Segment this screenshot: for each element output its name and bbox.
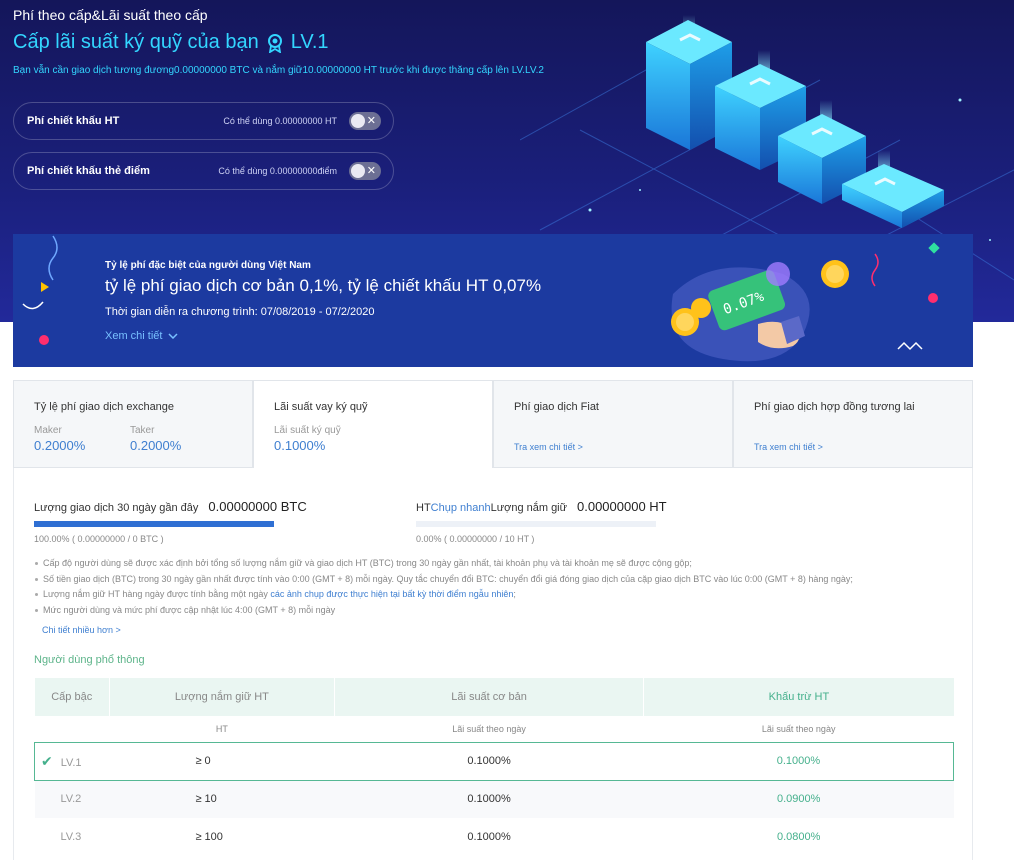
tab-exchange-fee[interactable]: Tỷ lệ phí giao dịch exchange Maker 0.200…: [13, 380, 253, 468]
tab-futures-fee[interactable]: Phí giao dịch hợp đồng tương lai Tra xem…: [733, 380, 973, 468]
ht-hold-foot: 0.00% ( 0.00000000 / 10 HT ): [416, 534, 535, 544]
trade-volume-foot: 100.00% ( 0.00000000 / 0 BTC ): [34, 534, 164, 544]
level-cell: ✔ LV.1: [34, 741, 110, 781]
level-cell: LV.3: [60, 831, 82, 843]
margin-rate-panel: Lượng giao dịch 30 ngày gần đây 0.000000…: [13, 468, 973, 860]
tab-title: Phí giao dịch Fiat: [514, 401, 599, 413]
ht-hold-bar: [416, 521, 656, 527]
tab-title: Tỷ lệ phí giao dịch exchange: [34, 401, 175, 413]
trade-volume-bar-fill: [34, 521, 274, 527]
check-icon: ✔: [41, 752, 53, 769]
note-item: Lượng nắm giữ HT hàng ngày được tính bằn…: [34, 587, 853, 603]
table-row: LV.2 ≥ 10 0.1000% 0.0900%: [34, 780, 954, 818]
level-text: LV.1: [60, 756, 82, 769]
page-title-text: Cấp lãi suất ký quỹ của bạn: [13, 31, 259, 53]
points-discount-label: Phí chiết khấu thẻ điểm: [27, 165, 150, 177]
note-highlight: các ảnh chụp được thực hiện tại bất kỳ t…: [270, 589, 514, 599]
ht-hold-value: 0.00000000 HT: [577, 499, 667, 514]
fiat-details-link[interactable]: Tra xem chi tiết >: [514, 442, 583, 452]
subheader-level: [34, 716, 110, 742]
close-icon: ✕: [366, 115, 376, 127]
maker-value: 0.2000%: [34, 438, 86, 453]
ht-discount-toggle-card: Phí chiết khấu HT Có thể dùng 0.00000000…: [13, 102, 394, 140]
ht-discount-switch[interactable]: ✕: [349, 112, 381, 130]
section-title: Người dùng phổ thông: [34, 654, 145, 666]
fee-tabs: Tỷ lệ phí giao dịch exchange Maker 0.200…: [13, 380, 973, 468]
subheader-daily-rate: Lãi suất theo ngày: [643, 716, 954, 742]
ht-hold-label: Lượng nắm giữ: [490, 502, 567, 514]
banner-period: Thời gian diễn ra chương trình: 07/08/20…: [105, 306, 375, 318]
discount-rate-cell: 0.0800%: [776, 831, 821, 843]
trade-volume-value: 0.00000000 BTC: [208, 499, 307, 514]
hold-cell: ≥ 10: [109, 780, 335, 818]
header-ht-discount: Khấu trừ HT: [643, 678, 954, 716]
tab-title: Phí giao dịch hợp đồng tương lai: [754, 401, 915, 413]
taker-label: Taker: [130, 425, 155, 436]
promo-banner: 0.07% Tỷ lệ phí đặc biệt của người dùng …: [13, 234, 973, 367]
ht-discount-label: Phí chiết khấu HT: [27, 115, 120, 127]
table-row: LV.3 ≥ 100 0.1000% 0.0800%: [35, 818, 954, 856]
banner-title: Tỷ lệ phí đặc biệt của người dùng Việt N…: [105, 260, 311, 271]
hold-cell: ≥ 0: [109, 741, 335, 781]
note-item: Cấp độ người dùng sẽ được xác định bởi t…: [34, 556, 853, 572]
banner-details-link[interactable]: Xem chi tiết: [105, 330, 178, 342]
header-ht-hold: Lượng nắm giữ HT: [108, 678, 335, 716]
table-row: ✔ LV.1 ≥ 0 0.1000% 0.1000%: [34, 741, 954, 781]
breadcrumb: Phí theo cấp&Lãi suất theo cấp: [13, 7, 208, 23]
subheader-daily-rate: Lãi suất theo ngày: [334, 716, 644, 742]
level-rate-table: Cấp bậc Lượng nắm giữ HT Lãi suất cơ bản…: [34, 678, 954, 856]
snapshot-link[interactable]: Chụp nhanh: [431, 502, 491, 514]
taker-value: 0.2000%: [130, 438, 182, 453]
trade-volume-bar: [34, 521, 274, 527]
switch-knob: [351, 114, 365, 128]
rules-notes: Cấp độ người dùng sẽ được xác định bởi t…: [34, 556, 853, 618]
base-rate-cell: 0.1000%: [467, 831, 511, 843]
more-details-link[interactable]: Chi tiết nhiều hơn >: [42, 625, 121, 635]
banner-decorations: 0.07%: [22, 235, 940, 362]
margin-rate-value: 0.1000%: [274, 438, 326, 453]
page-title: Cấp lãi suất ký quỹ của bạn LV.1: [13, 31, 329, 54]
chevron-down-icon: [168, 333, 178, 339]
tab-title: Lãi suất vay ký quỹ: [274, 401, 368, 413]
note-text: Lượng nắm giữ HT hàng ngày được tính bằn…: [43, 589, 271, 599]
header-level: Cấp bậc: [34, 678, 110, 716]
note-item: Số tiền giao dịch (BTC) trong 30 ngày gầ…: [34, 572, 853, 588]
trade-volume-label: Lượng giao dịch 30 ngày gần đây: [34, 502, 199, 514]
ht-hold-progress: HT Chụp nhanh Lượng nắm giữ 0.00000000 H…: [416, 499, 667, 544]
upgrade-hint: Bạn vẫn cần giao dịch tương đương0.00000…: [13, 65, 544, 76]
close-icon: ✕: [366, 165, 376, 177]
ht-hold-prefix: HT: [416, 502, 431, 514]
header-base-rate: Lãi suất cơ bản: [333, 678, 644, 716]
hold-cell: ≥ 100: [195, 831, 223, 843]
discount-rate-cell: 0.1000%: [643, 741, 954, 781]
points-discount-switch[interactable]: ✕: [349, 162, 381, 180]
switch-knob: [351, 164, 365, 178]
base-rate-cell: 0.1000%: [334, 741, 644, 781]
margin-rate-label: Lãi suất ký quỹ: [274, 425, 341, 436]
maker-label: Maker: [34, 425, 62, 436]
banner-headline: tỷ lệ phí giao dịch cơ bản 0,1%, tỷ lệ c…: [105, 276, 542, 295]
tab-margin-rate[interactable]: Lãi suất vay ký quỹ Lãi suất ký quỹ 0.10…: [253, 380, 493, 468]
ht-hold-label-row: HT Chụp nhanh Lượng nắm giữ 0.00000000 H…: [416, 499, 667, 514]
subheader-ht: HT: [109, 716, 335, 742]
level-cell: LV.2: [34, 780, 110, 818]
points-discount-toggle-card: Phí chiết khấu thẻ điểm Có thể dùng 0.00…: [13, 152, 394, 190]
trade-volume-progress: Lượng giao dịch 30 ngày gần đây 0.000000…: [34, 499, 307, 544]
ht-available-text: Có thể dùng 0.00000000 HT: [223, 116, 337, 126]
banner-details-label: Xem chi tiết: [105, 330, 163, 342]
tab-fiat-fee[interactable]: Phí giao dịch Fiat Tra xem chi tiết >: [493, 380, 733, 468]
trade-volume-label-row: Lượng giao dịch 30 ngày gần đây 0.000000…: [34, 499, 307, 514]
medal-icon: [267, 33, 282, 53]
points-available-text: Có thể dùng 0.00000000điểm: [218, 166, 337, 176]
note-after: ;: [513, 589, 516, 599]
current-level: LV.1: [290, 31, 329, 53]
futures-details-link[interactable]: Tra xem chi tiết >: [754, 442, 823, 452]
base-rate-cell: 0.1000%: [334, 780, 644, 818]
note-item: Mức người dùng và mức phí được cập nhật …: [34, 603, 853, 619]
discount-rate-cell: 0.0900%: [643, 780, 954, 818]
coin-hand-illustration: 0.07%: [671, 260, 849, 362]
